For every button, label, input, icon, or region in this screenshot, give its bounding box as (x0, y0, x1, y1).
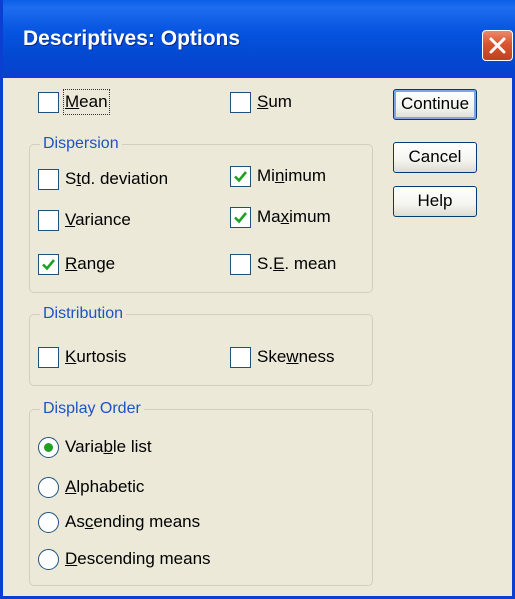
se-mean-label[interactable]: S.E. mean (257, 253, 336, 275)
range-label[interactable]: Range (65, 253, 115, 275)
close-icon (489, 37, 506, 54)
std-deviation-checkbox[interactable] (38, 169, 59, 190)
variance-label[interactable]: Variance (65, 209, 131, 231)
minimum-label[interactable]: Minimum (257, 165, 326, 187)
ascending-means-radio[interactable] (38, 512, 59, 533)
minimum-checkbox[interactable] (230, 166, 251, 187)
display-order-legend: Display Order (40, 399, 144, 419)
checkmark-icon (234, 171, 248, 183)
skewness-checkbox[interactable] (230, 347, 251, 368)
sum-checkbox[interactable] (230, 92, 251, 113)
maximum-label[interactable]: Maximum (257, 206, 331, 228)
checkmark-icon (42, 259, 56, 271)
kurtosis-label[interactable]: Kurtosis (65, 346, 126, 368)
descending-means-label[interactable]: Descending means (65, 548, 211, 570)
variable-list-radio[interactable] (38, 437, 59, 458)
variance-checkbox[interactable] (38, 210, 59, 231)
ascending-means-label[interactable]: Ascending means (65, 511, 200, 533)
alphabetic-radio[interactable] (38, 477, 59, 498)
se-mean-checkbox[interactable] (230, 254, 251, 275)
close-button[interactable] (482, 30, 513, 61)
dispersion-legend: Dispersion (40, 134, 122, 154)
range-checkbox[interactable] (38, 254, 59, 275)
distribution-legend: Distribution (40, 304, 127, 324)
variable-list-label[interactable]: Variable list (65, 436, 152, 458)
skewness-label[interactable]: Skewness (257, 346, 335, 368)
maximum-checkbox[interactable] (230, 207, 251, 228)
help-button[interactable]: Help (393, 186, 477, 217)
title-bar[interactable]: Descriptives: Options (3, 0, 515, 78)
window-title: Descriptives: Options (23, 27, 241, 50)
kurtosis-checkbox[interactable] (38, 347, 59, 368)
cancel-button[interactable]: Cancel (393, 142, 477, 173)
std-deviation-label[interactable]: Std. deviation (65, 168, 168, 190)
checkmark-icon (234, 212, 248, 224)
alphabetic-label[interactable]: Alphabetic (65, 476, 144, 498)
radio-selected-dot (44, 443, 53, 452)
continue-button[interactable]: Continue (393, 89, 477, 120)
mean-label[interactable]: Mean (63, 89, 110, 115)
sum-label[interactable]: Sum (257, 91, 292, 113)
options-dialog: Descriptives: Options Mean Sum Dispersio… (0, 0, 515, 599)
descending-means-radio[interactable] (38, 549, 59, 570)
mean-checkbox[interactable] (38, 92, 59, 113)
